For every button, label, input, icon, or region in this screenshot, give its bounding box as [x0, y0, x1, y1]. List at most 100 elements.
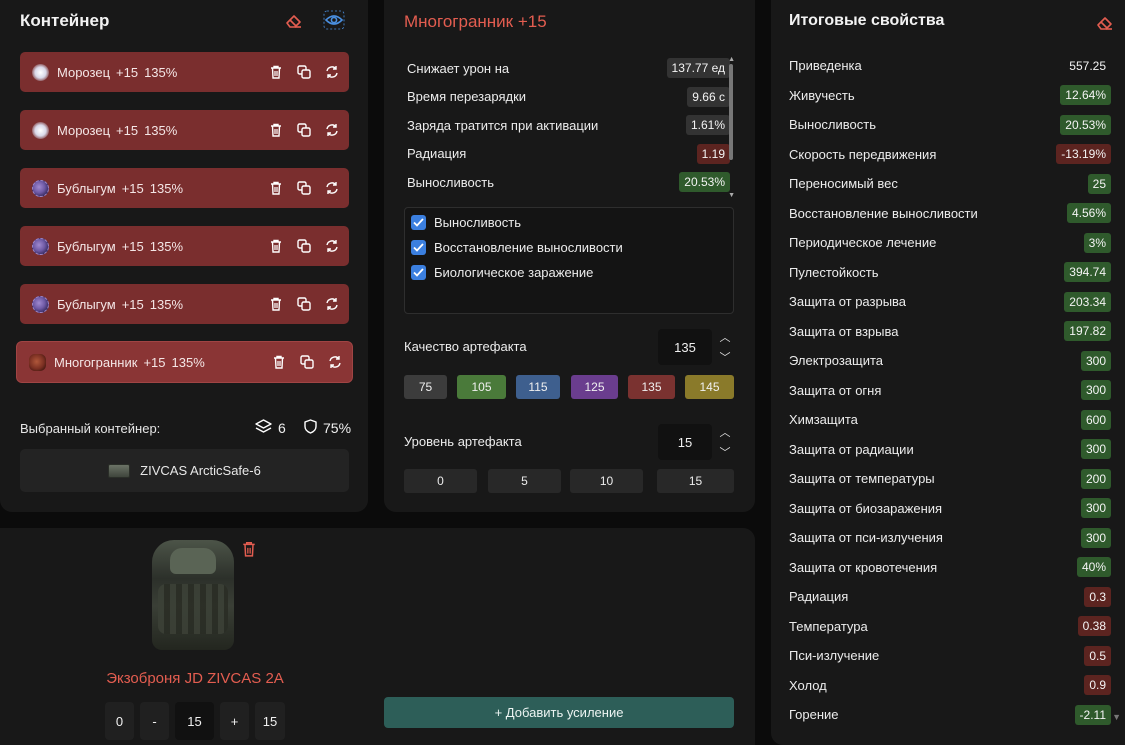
trash-icon[interactable]: [269, 239, 283, 253]
scroll-down-arrow-icon[interactable]: ▼: [728, 192, 735, 199]
artifact-name: Бублыгум: [57, 238, 116, 254]
level-preset-button[interactable]: 0: [404, 469, 477, 493]
totals-row: Защита от взрыва 197.82: [789, 317, 1111, 347]
armor-level-increment-button[interactable]: +: [220, 702, 249, 740]
totals-label: Защита от взрыва: [789, 323, 899, 339]
artifact-quality: 135%: [149, 180, 184, 196]
totals-row: Пулестойкость 394.74: [789, 258, 1111, 288]
quality-stepper[interactable]: ︿ ﹀: [718, 329, 732, 365]
artifact-name: Бублыгум: [57, 296, 116, 312]
checkbox-checked[interactable]: [411, 215, 426, 230]
replace-icon[interactable]: [325, 239, 339, 253]
quality-preset-button[interactable]: 125: [571, 375, 618, 399]
chevron-down-icon[interactable]: ﹀: [720, 444, 731, 460]
artifact-row[interactable]: Морозец +15 135%: [20, 52, 349, 92]
level-preset-button[interactable]: 15: [657, 469, 734, 493]
totals-row: Защита от радиации 300: [789, 435, 1111, 465]
artifact-row[interactable]: Бублыгум +15 135%: [20, 168, 349, 208]
checkbox-row[interactable]: Выносливость: [411, 215, 521, 230]
checkbox-checked[interactable]: [411, 265, 426, 280]
quality-preset-button[interactable]: 75: [404, 375, 447, 399]
armor-level-min-button[interactable]: 0: [105, 702, 134, 740]
totals-value: 600: [1080, 409, 1111, 430]
armor-level-input[interactable]: 15: [175, 702, 214, 740]
checkbox-checked[interactable]: [411, 240, 426, 255]
chevron-up-icon[interactable]: ︿: [720, 424, 731, 440]
replace-icon[interactable]: [325, 65, 339, 79]
totals-value: 20.53%: [1060, 114, 1111, 135]
artifact-row[interactable]: Бублыгум +15 135%: [20, 284, 349, 324]
totals-row: Выносливость 20.53%: [789, 110, 1111, 140]
scroll-up-arrow-icon[interactable]: ▲: [728, 56, 735, 63]
totals-row: Защита от биозаражения 300: [789, 494, 1111, 524]
checkbox-row[interactable]: Биологическое заражение: [411, 265, 593, 280]
artifact-level: +15: [121, 296, 144, 312]
level-preset-button[interactable]: 10: [570, 469, 643, 493]
chevron-down-icon[interactable]: ﹀: [720, 349, 731, 365]
trash-icon[interactable]: [269, 181, 283, 195]
eraser-icon[interactable]: [1094, 11, 1116, 33]
eraser-icon[interactable]: [283, 9, 305, 31]
replace-icon[interactable]: [325, 181, 339, 195]
property-label: Время перезарядки: [407, 89, 527, 105]
checkbox-row[interactable]: Восстановление выносливости: [411, 240, 623, 255]
totals-label: Приведенка: [789, 58, 862, 74]
copy-icon[interactable]: [297, 297, 311, 311]
properties-scrollbar[interactable]: [729, 64, 733, 160]
trash-icon[interactable]: [272, 355, 286, 369]
properties-scrollbar-thumb[interactable]: [729, 64, 733, 160]
totals-row: Защита от пси-излучения 300: [789, 523, 1111, 553]
chevron-up-icon[interactable]: ︿: [720, 329, 731, 345]
trash-icon[interactable]: [238, 538, 260, 560]
replace-icon[interactable]: [325, 297, 339, 311]
level-input[interactable]: 15: [658, 424, 712, 460]
quality-input[interactable]: 135: [658, 329, 712, 365]
totals-value: 0.38: [1077, 616, 1111, 637]
trash-icon[interactable]: [269, 297, 283, 311]
replace-icon[interactable]: [328, 355, 342, 369]
property-value: 9.66 с: [687, 86, 730, 107]
artifact-properties-list[interactable]: Снижает урон на 137.77 ед Время перезаря…: [404, 54, 730, 200]
quality-preset-button[interactable]: 145: [685, 375, 734, 399]
artifact-name: Многогранник: [54, 354, 138, 370]
artifact-row[interactable]: Бублыгум +15 135%: [20, 226, 349, 266]
copy-icon[interactable]: [297, 239, 311, 253]
eye-icon[interactable]: [323, 9, 345, 31]
armor-panel: Экзоброня JD ZIVCAS 2A 0 - 15 + 15 + Доб…: [0, 528, 755, 745]
property-row: Снижает урон на 137.77 ед: [404, 54, 730, 83]
totals-label: Скорость передвижения: [789, 146, 937, 162]
totals-value: 300: [1080, 439, 1111, 460]
quality-preset-button[interactable]: 105: [457, 375, 506, 399]
artifact-quality: 135%: [171, 354, 205, 370]
copy-icon[interactable]: [297, 65, 311, 79]
totals-row: Холод 0.9: [789, 671, 1111, 701]
trash-icon[interactable]: [269, 65, 283, 79]
totals-value: 4.56%: [1066, 203, 1111, 224]
level-preset-button[interactable]: 5: [488, 469, 561, 493]
add-upgrade-button[interactable]: + Добавить усиление: [384, 697, 734, 728]
layers-icon: [255, 419, 272, 437]
copy-icon[interactable]: [297, 123, 311, 137]
scroll-down-arrow-icon[interactable]: ▼: [1112, 712, 1121, 722]
totals-label: Защита от кровотечения: [789, 559, 938, 575]
level-stepper[interactable]: ︿ ﹀: [718, 424, 732, 460]
trash-icon[interactable]: [269, 123, 283, 137]
artifact-row-selected[interactable]: Многогранник +15 135%: [17, 342, 352, 382]
armor-level-max-button[interactable]: 15: [255, 702, 285, 740]
copy-icon[interactable]: [297, 181, 311, 195]
artifact-panel: Многогранник +15 Снижает урон на 137.77 …: [384, 0, 755, 512]
totals-list[interactable]: Приведенка 557.25 Живучесть 12.64% Выносливо…: [789, 51, 1111, 730]
armor-level-decrement-button[interactable]: -: [140, 702, 169, 740]
quality-preset-button[interactable]: 135: [628, 375, 675, 399]
property-row: Заряда тратится при активации 1.61%: [404, 111, 730, 140]
totals-value: -13.19%: [1056, 144, 1111, 165]
replace-icon[interactable]: [325, 123, 339, 137]
totals-row: Защита от кровотечения 40%: [789, 553, 1111, 583]
checkbox-label: Восстановление выносливости: [434, 240, 623, 255]
container-select-button[interactable]: ZIVCAS ArcticSafe-6: [20, 449, 349, 492]
copy-icon[interactable]: [300, 355, 314, 369]
quality-preset-button[interactable]: 115: [516, 375, 560, 399]
artifact-row[interactable]: Морозец +15 135%: [20, 110, 349, 150]
container-panel: Контейнер Морозец +15 135% Морозец +15 1…: [0, 0, 368, 512]
totals-row: Химзащита 600: [789, 405, 1111, 435]
